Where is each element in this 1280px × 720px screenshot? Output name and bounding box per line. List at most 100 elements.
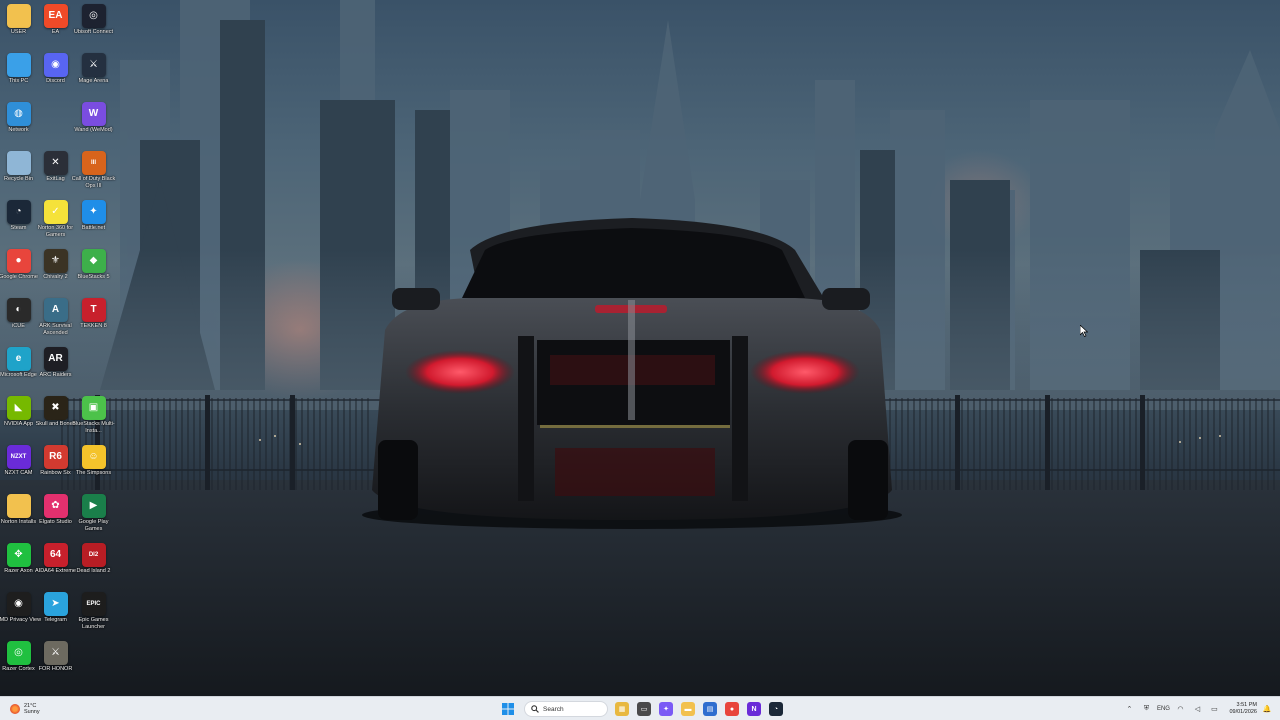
desktop-icon-label: Dead Island 2 — [76, 568, 111, 574]
arc-raiders-icon: AR — [43, 347, 68, 371]
desktop-icon[interactable]: ◍ Network — [0, 100, 37, 148]
taskbar-app-button[interactable]: N — [744, 699, 764, 719]
wifi-icon[interactable]: ◠ — [1173, 702, 1187, 716]
desktop-icon[interactable]: ⚔ FOR HONOR — [37, 639, 74, 687]
file-explorer-pinned-icon: ▦ — [615, 702, 629, 716]
desktop-icon[interactable]: ☺ The Simpsons — [75, 443, 112, 491]
razer-axon-icon: ✥ — [6, 543, 31, 567]
desktop-icon-label: BlueStacks 5 — [77, 274, 110, 280]
clock-date: 09/01/2026 — [1229, 709, 1257, 715]
system-tray: ⌃ ⛨ ENG ◠ ◁ ▭ 3:51 PM 09/01/2026 🔔 — [1119, 699, 1274, 719]
desktop-icon[interactable]: ⚔ Mage Arena — [75, 51, 112, 99]
desktop-icon[interactable]: NZXT NZXT CAM — [0, 443, 37, 491]
desktop-icon[interactable]: ✿ Elgato Studio — [37, 492, 74, 540]
discord-logo-icon: ◉ — [43, 53, 68, 77]
desktop-icon[interactable]: ● Google Chrome — [0, 247, 38, 295]
battery-icon[interactable]: ▭ — [1207, 702, 1221, 716]
aida64-logo-icon: 64 — [43, 543, 68, 567]
volume-icon[interactable]: ◁ — [1190, 702, 1204, 716]
amd-privacy-icon: ◉ — [6, 592, 31, 616]
desktop-icon[interactable]: EA EA — [37, 2, 74, 50]
desktop-icon[interactable]: ◎ Ubisoft Connect — [74, 2, 113, 50]
nzxt-logo-icon: NZXT — [6, 445, 31, 469]
desktop-icon[interactable]: ◉ Discord — [37, 51, 74, 99]
desktop-icon[interactable]: R6 Rainbow Six — [37, 443, 74, 491]
desktop-icon[interactable]: ✥ Razer Axon — [0, 541, 37, 589]
desktop-icon-label: Ubisoft Connect — [73, 29, 114, 35]
ea-logo-icon: EA — [43, 4, 68, 28]
desktop-icon[interactable]: ✓ Norton 360 for Gamers — [37, 198, 74, 246]
desktop-icon[interactable]: ▣ BlueStacks Multi-Insta... — [72, 394, 115, 442]
desktop-icon[interactable]: This PC — [0, 51, 37, 99]
desktop-icon[interactable]: ✦ Battle.net — [75, 198, 112, 246]
taskbar-app-button[interactable]: ▦ — [612, 699, 632, 719]
bluestacks-multi-icon: ▣ — [81, 396, 106, 420]
clock[interactable]: 3:51 PM 09/01/2026 — [1229, 702, 1257, 716]
start-button[interactable] — [498, 699, 518, 719]
taskbar-app-button[interactable]: ✦ — [656, 699, 676, 719]
desktop-icon[interactable]: AR ARC Raiders — [37, 345, 74, 393]
notification-bell-icon[interactable]: 🔔 — [1260, 702, 1274, 716]
recycle-bin-icon — [6, 151, 31, 175]
taskbar-app-button[interactable]: ▬ — [678, 699, 698, 719]
desktop-icon-label: The Simpsons — [75, 470, 112, 476]
computer-icon — [6, 53, 31, 77]
weather-condition: Sunny — [24, 709, 40, 715]
language-indicator[interactable]: ENG — [1156, 702, 1170, 716]
chivalry-2-icon: ⚜ — [43, 249, 68, 273]
desktop-icon-label: Wand (WeMod) — [74, 127, 113, 133]
desktop-icon[interactable]: Norton Installs — [0, 492, 37, 540]
desktop-icon[interactable]: ◎ Razer Cortex — [0, 639, 37, 687]
desktop-icon[interactable]: ➤ Telegram — [37, 590, 74, 638]
desktop-icon[interactable]: A ARK Survival Ascended — [37, 296, 74, 344]
desktop-icon[interactable]: e Microsoft Edge — [0, 345, 37, 393]
desktop-icon[interactable]: ◆ BlueStacks 5 — [75, 247, 112, 295]
desktop-icon-label: Google Play Games — [78, 519, 109, 532]
desktop-icon-label: FOR HONOR — [38, 666, 73, 672]
desktop-icon[interactable]: ✖ Skull and Bones — [36, 394, 75, 442]
chevron-up-icon[interactable]: ⌃ — [1122, 702, 1136, 716]
razer-cortex-icon: ◎ — [6, 641, 31, 665]
desktop-icon-label: Network — [8, 127, 29, 133]
desktop-icon[interactable]: Recycle Bin — [0, 149, 37, 197]
battlenet-logo-icon: ✦ — [81, 200, 106, 224]
desktop-icon[interactable]: ⚜ Chivalry 2 — [37, 247, 74, 295]
desktop-icon-label: Mage Arena — [78, 78, 109, 84]
taskbar-app-button[interactable]: ◔ — [766, 699, 786, 719]
taskbar-app-button[interactable]: ▤ — [700, 699, 720, 719]
desktop-icon[interactable]: ▶ Google Play Games — [75, 492, 112, 540]
file-explorer-icon: ▬ — [681, 702, 695, 716]
desktop-icon[interactable]: W Wand (WeMod) — [74, 100, 113, 148]
network-globe-icon: ◍ — [6, 102, 31, 126]
exitlag-logo-icon: ✕ — [43, 151, 68, 175]
desktop-icon[interactable]: ◔ Steam — [0, 198, 37, 246]
taskbar: 21°C Sunny Search ▦ ▭ ✦ ▬ ▤ ● N ◔ ⌃ ⛨ ENG ◠ ◁ — [0, 696, 1280, 720]
chrome-logo-icon: ● — [6, 249, 31, 273]
taskbar-app-button[interactable]: ▭ — [634, 699, 654, 719]
epic-games-logo-icon: EPIC — [81, 592, 106, 616]
google-play-games-icon: ▶ — [81, 494, 106, 518]
elgato-logo-icon: ✿ — [43, 494, 68, 518]
taskbar-search-box[interactable]: Search — [524, 701, 608, 717]
desktop-icon[interactable]: T TEKKEN 8 — [75, 296, 112, 344]
task-view-icon: ▭ — [637, 702, 651, 716]
taskbar-app-button[interactable]: ● — [722, 699, 742, 719]
desktop-icon[interactable]: ✕ ExitLag — [37, 149, 74, 197]
desktop-icon[interactable]: ◐ iCUE — [0, 296, 37, 344]
icue-logo-icon: ◐ — [6, 298, 31, 322]
desktop-icon[interactable]: EPIC Epic Games Launcher — [75, 590, 112, 638]
desktop-icon[interactable]: ◣ NVIDIA App — [0, 394, 37, 442]
security-icon[interactable]: ⛨ — [1139, 702, 1153, 716]
tekken-8-icon: T — [81, 298, 106, 322]
weather-widget[interactable]: 21°C Sunny — [10, 699, 40, 719]
desktop-icon[interactable]: ◉ AMD Privacy View — [0, 590, 41, 638]
desktop-icon[interactable]: III Call of Duty Black Ops III — [72, 149, 115, 197]
desktop-icon[interactable]: 64 AIDA64 Extreme — [35, 541, 76, 589]
desktop-icon[interactable]: USER — [0, 2, 37, 50]
copilot-icon: ✦ — [659, 702, 673, 716]
desktop-icon[interactable]: DI2 Dead Island 2 — [75, 541, 112, 589]
store-icon: ▤ — [703, 702, 717, 716]
desktop-icon-label: BlueStacks Multi-Insta... — [72, 421, 115, 434]
search-placeholder: Search — [543, 705, 564, 713]
clock-time: 3:51 PM — [1236, 702, 1257, 708]
